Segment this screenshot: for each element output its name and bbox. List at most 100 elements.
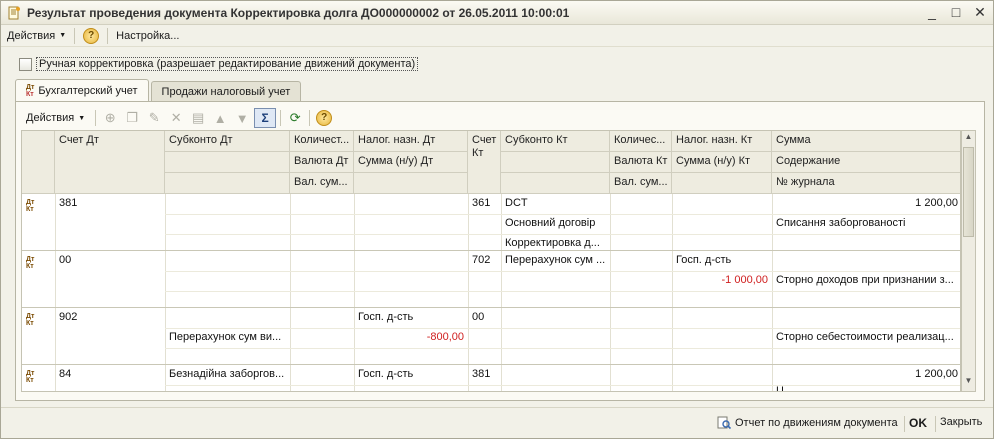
sum-nu-kt-cell[interactable]: -1 000,00 — [672, 271, 772, 289]
subconto-kt-cell[interactable]: DCT — [501, 194, 610, 212]
account-kt-cell[interactable]: 361 — [468, 194, 501, 212]
subconto-kt-cell[interactable]: Основний договір — [501, 214, 610, 232]
content-cell[interactable]: Ц — [772, 382, 960, 391]
column-header[interactable] — [501, 152, 610, 173]
toolbar-separator — [280, 110, 282, 126]
sum-nu-dt-cell[interactable]: -800,00 — [354, 328, 468, 346]
column-header[interactable]: Налог. назн. Дт — [354, 131, 468, 152]
content-cell[interactable]: Сторно себестоимости реализац... — [772, 328, 960, 346]
help-button[interactable]: ? — [314, 108, 334, 128]
subconto-kt-cell[interactable]: Перерахунок сум ... — [501, 251, 610, 269]
settings-menu-label: Настройка... — [116, 29, 180, 42]
chevron-down-icon: ▼ — [59, 32, 67, 39]
column-header[interactable] — [165, 173, 290, 194]
refresh-icon[interactable]: ⟳ — [285, 108, 305, 128]
tax-purpose-kt-cell[interactable]: Госп. д-сть — [672, 251, 772, 269]
ok-button[interactable]: OK — [909, 416, 927, 430]
content-cell[interactable]: Списання заборгованості — [772, 214, 960, 232]
close-dialog-button[interactable]: Закрыть — [940, 416, 982, 428]
column-header[interactable] — [165, 152, 290, 173]
grid-line — [290, 194, 291, 391]
grid-line — [165, 328, 960, 329]
account-kt-cell[interactable]: 381 — [468, 365, 501, 383]
footer-separator — [935, 416, 936, 432]
sum-cell[interactable]: 1 200,00 — [772, 194, 960, 212]
help-icon: ? — [83, 27, 100, 44]
column-header[interactable]: Вал. сум... — [290, 173, 354, 194]
sigma-icon[interactable]: Σ — [254, 108, 277, 128]
move-up-icon[interactable]: ▲ — [210, 108, 230, 128]
column-header[interactable]: Счет Дт — [55, 131, 165, 194]
column-header[interactable]: № журнала — [772, 173, 960, 194]
toolbar-separator — [309, 110, 311, 126]
sum-cell[interactable]: 1 200,00 — [772, 365, 960, 383]
tax-purpose-dt-cell[interactable]: Госп. д-сть — [354, 365, 468, 383]
add-icon[interactable]: ⊕ — [100, 108, 120, 128]
column-header[interactable] — [672, 173, 772, 194]
tab-strip: Дт Кт Бухгалтерский учет Продажи налоговы… — [15, 79, 303, 102]
tab-sales-tax[interactable]: Продажи налоговый учет — [150, 81, 302, 102]
tax-purpose-dt-cell[interactable]: Госп. д-сть — [354, 308, 468, 326]
column-header[interactable] — [501, 173, 610, 194]
vertical-scrollbar[interactable]: ▲ ▼ — [961, 130, 976, 392]
column-header[interactable]: Субконто Дт — [165, 131, 290, 152]
dt-kt-icon: Дт Кт — [26, 256, 35, 270]
column-header[interactable]: Вал. сум... — [610, 173, 672, 194]
delete-icon[interactable]: ✕ — [166, 108, 186, 128]
scroll-down-icon[interactable]: ▼ — [962, 376, 975, 390]
column-header[interactable]: Сумма — [772, 131, 960, 152]
minimize-button[interactable]: _ — [925, 4, 939, 20]
help-button[interactable]: ? — [77, 26, 105, 46]
move-down-icon[interactable]: ▼ — [232, 108, 252, 128]
account-dt-cell[interactable]: 902 — [55, 308, 165, 326]
account-dt-cell[interactable]: 381 — [55, 194, 165, 212]
manual-correction-label[interactable]: Ручная корректировка (разрешает редактир… — [36, 57, 419, 71]
toolbar-separator — [95, 110, 97, 126]
table-actions-menu[interactable]: Действия ▼ — [20, 108, 91, 128]
grid-line — [165, 194, 166, 391]
grid-line — [165, 214, 960, 215]
column-header[interactable] — [22, 131, 55, 194]
grid-line — [672, 194, 673, 391]
table-toolbar: Действия ▼ ⊕ ❐ ✎ ✕ ▤ ▲ ▼ Σ ⟳ ? — [20, 107, 334, 129]
dt-kt-icon: Дт Кт — [26, 84, 35, 98]
column-header[interactable]: Сумма (н/у) Дт — [354, 152, 468, 173]
movement-report-button[interactable]: Отчет по движениям документа — [717, 416, 898, 430]
subconto-dt-cell[interactable]: Безнадійна заборгов... — [165, 365, 290, 383]
dt-kt-icon: Дт Кт — [26, 370, 35, 384]
scroll-thumb[interactable] — [963, 147, 974, 237]
content-cell[interactable]: Сторно доходов при признании з... — [772, 271, 960, 289]
close-button[interactable]: ✕ — [973, 4, 987, 20]
subconto-dt-cell[interactable]: Перерахунок сум ви... — [165, 328, 290, 346]
manual-correction-checkbox[interactable] — [19, 57, 32, 71]
column-header[interactable] — [354, 173, 468, 194]
menu-separator — [107, 27, 109, 44]
movement-report-label: Отчет по движениям документа — [735, 417, 898, 429]
tab-accounting[interactable]: Дт Кт Бухгалтерский учет — [15, 79, 149, 102]
column-header[interactable]: Налог. назн. Кт — [672, 131, 772, 152]
column-header[interactable]: Счет Кт — [468, 131, 501, 194]
scroll-up-icon[interactable]: ▲ — [962, 132, 975, 146]
column-header[interactable]: Сумма (н/у) Кт — [672, 152, 772, 173]
maximize-button[interactable]: □ — [949, 4, 963, 20]
grid-line — [165, 348, 960, 349]
grid-line — [468, 194, 469, 391]
settings-menu[interactable]: Настройка... — [110, 26, 185, 46]
column-header[interactable]: Количес... — [610, 131, 672, 152]
account-kt-cell[interactable]: 702 — [468, 251, 501, 269]
column-header[interactable]: Валюта Кт — [610, 152, 672, 173]
actions-menu[interactable]: Действия ▼ — [1, 26, 72, 46]
account-dt-cell[interactable]: 00 — [55, 251, 165, 269]
column-header[interactable]: Содержание — [772, 152, 960, 173]
grid-line — [354, 194, 355, 391]
account-kt-cell[interactable]: 00 — [468, 308, 501, 326]
column-header[interactable]: Количест... — [290, 131, 354, 152]
account-dt-cell[interactable]: 84 — [55, 365, 165, 383]
column-header[interactable]: Валюта Дт — [290, 152, 354, 173]
copy-icon[interactable]: ❐ — [122, 108, 142, 128]
column-header[interactable]: Субконто Кт — [501, 131, 610, 152]
edit-icon[interactable]: ✎ — [144, 108, 164, 128]
save-icon[interactable]: ▤ — [188, 108, 208, 128]
window-title: Результат проведения документа Корректир… — [27, 5, 570, 20]
grid-line — [165, 385, 960, 386]
